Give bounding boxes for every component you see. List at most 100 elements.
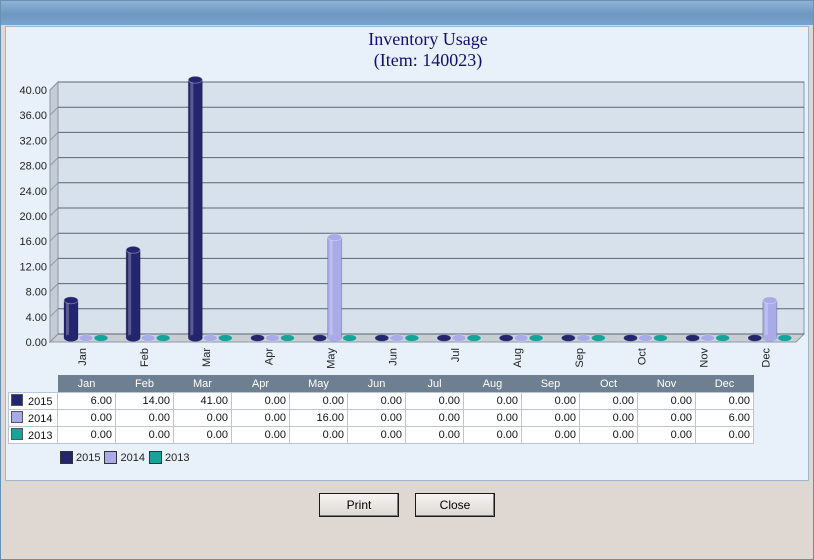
x-tick-label: Oct — [636, 348, 648, 365]
chart-svg: Inventory Usage (Item: 140023) 0.00 4.00 8… — [19, 29, 806, 369]
bar-cap — [685, 334, 701, 342]
series-swatch — [11, 394, 23, 406]
table-cell: 0.00 — [405, 426, 464, 444]
y-tick-label: 24.00 — [19, 186, 47, 198]
bar-cap — [747, 334, 763, 342]
table-cell: 0.00 — [289, 426, 348, 444]
bar-cap — [202, 334, 218, 342]
legend-item: 2015 — [60, 451, 100, 464]
table-cell: 0.00 — [637, 392, 696, 410]
table-cell: 0.00 — [173, 409, 232, 427]
legend-item: 2014 — [104, 451, 145, 464]
x-tick-label: Jan — [77, 348, 89, 366]
table-cell: 0.00 — [173, 426, 232, 444]
table-cell: 0.00 — [637, 426, 696, 444]
bar-cap — [762, 296, 778, 305]
bar-base — [327, 334, 342, 342]
table-cell: 0.00 — [579, 426, 638, 444]
bar-cap — [217, 334, 233, 342]
bar-cap — [700, 334, 716, 342]
bar-cap — [528, 334, 544, 342]
bar-cap — [327, 233, 343, 242]
bar-cap — [63, 296, 79, 305]
x-tick-label: Jul — [450, 348, 462, 362]
x-tick-label: May — [326, 348, 338, 369]
table-cell: 0.00 — [463, 392, 522, 410]
x-tick-label: Jun — [388, 348, 400, 366]
table-cell: 0.00 — [463, 426, 522, 444]
bar-cap — [560, 334, 576, 342]
table-column-header: Sep — [521, 375, 580, 393]
x-tick-label: Nov — [699, 348, 711, 368]
table-cell: 6.00 — [57, 392, 116, 410]
bar-cap — [436, 334, 452, 342]
table-row-header: 2014 — [8, 409, 58, 427]
table-body: 2015 6.00 14.00 41.00 0.00 0.00 0.00 0.00 0.00 0.… — [8, 392, 754, 444]
bar-base — [64, 334, 78, 342]
plot-area: 0.00 4.00 8.00 12.00 16.00 20.00 24.00 28.00 32.… — [19, 75, 806, 369]
table-cell: 6.00 — [695, 409, 754, 427]
bar-cap — [125, 245, 141, 254]
bar-cap — [404, 334, 420, 342]
bar-cap — [312, 334, 328, 342]
table-column-header: Jun — [347, 375, 406, 393]
table-row-header: 2015 — [8, 392, 58, 410]
table-column-header: Jan — [57, 375, 116, 393]
y-tick-label: 32.00 — [19, 135, 47, 147]
bar-cap — [342, 334, 358, 342]
x-tick-label: Apr — [263, 348, 275, 365]
chart-title: Inventory Usage — [368, 29, 487, 49]
x-tick-label: Sep — [574, 348, 586, 368]
bar-base — [126, 334, 141, 342]
y-tick-label: 28.00 — [19, 161, 47, 173]
table-cell: 0.00 — [57, 409, 116, 427]
table-cell: 0.00 — [231, 409, 290, 427]
x-tick-label: Mar — [201, 348, 213, 367]
bar-cap — [265, 334, 280, 342]
table-cell: 0.00 — [695, 392, 754, 410]
close-button[interactable]: Close — [415, 493, 495, 517]
bar-cap — [638, 334, 653, 342]
table-cell: 0.00 — [347, 426, 406, 444]
table-cell: 0.00 — [579, 392, 638, 410]
bar-highlight — [329, 237, 333, 338]
bar-cap — [93, 334, 109, 342]
legend-swatch — [148, 451, 162, 464]
bar-highlight — [66, 300, 69, 338]
table-column-header: Feb — [115, 375, 174, 393]
table-cell: 0.00 — [115, 426, 174, 444]
bar-base — [762, 334, 777, 342]
bar-cap — [280, 334, 295, 342]
table-cell: 0.00 — [695, 426, 754, 444]
y-tick-label: 36.00 — [19, 110, 47, 122]
table-cell: 0.00 — [347, 392, 406, 410]
legend-item: 2013 — [148, 451, 189, 464]
chart-panel: Inventory Usage (Item: 140023) 0.00 4.00 8… — [5, 26, 809, 481]
row-label: 2014 — [28, 413, 53, 425]
y-tick-label: 40.00 — [19, 85, 47, 97]
table-row: 2013 0.00 0.00 0.00 0.00 0.00 0.00 0.00 0.00 0.00… — [8, 426, 754, 444]
table-column-header: Apr — [231, 375, 290, 393]
legend-label: 2015 — [76, 451, 101, 464]
row-label: 2013 — [28, 430, 53, 442]
window-titlebar[interactable] — [1, 1, 813, 25]
bar-cap — [715, 334, 731, 342]
legend-label: 2014 — [120, 451, 145, 464]
table-cell: 0.00 — [463, 409, 522, 427]
y-tick-label: 12.00 — [19, 261, 47, 273]
table-cell: 0.00 — [115, 409, 174, 427]
bar-cap — [777, 334, 793, 342]
y-tick-label: 20.00 — [19, 211, 47, 223]
row-label: 2015 — [28, 396, 53, 408]
bar-cap — [451, 334, 467, 342]
bar-cap — [623, 334, 638, 342]
print-button[interactable]: Print — [319, 493, 399, 517]
table-cell: 0.00 — [521, 409, 580, 427]
table-column-header: Nov — [637, 375, 696, 393]
legend-swatch — [60, 451, 73, 464]
table-column-header: Oct — [579, 375, 638, 393]
bar-cap — [466, 334, 482, 342]
table-header-row: Jan Feb Mar Apr May Jun Jul Aug Sep Oct Nov Dec — [8, 375, 754, 393]
bar-highlight — [764, 300, 768, 338]
table-corner — [8, 375, 58, 393]
